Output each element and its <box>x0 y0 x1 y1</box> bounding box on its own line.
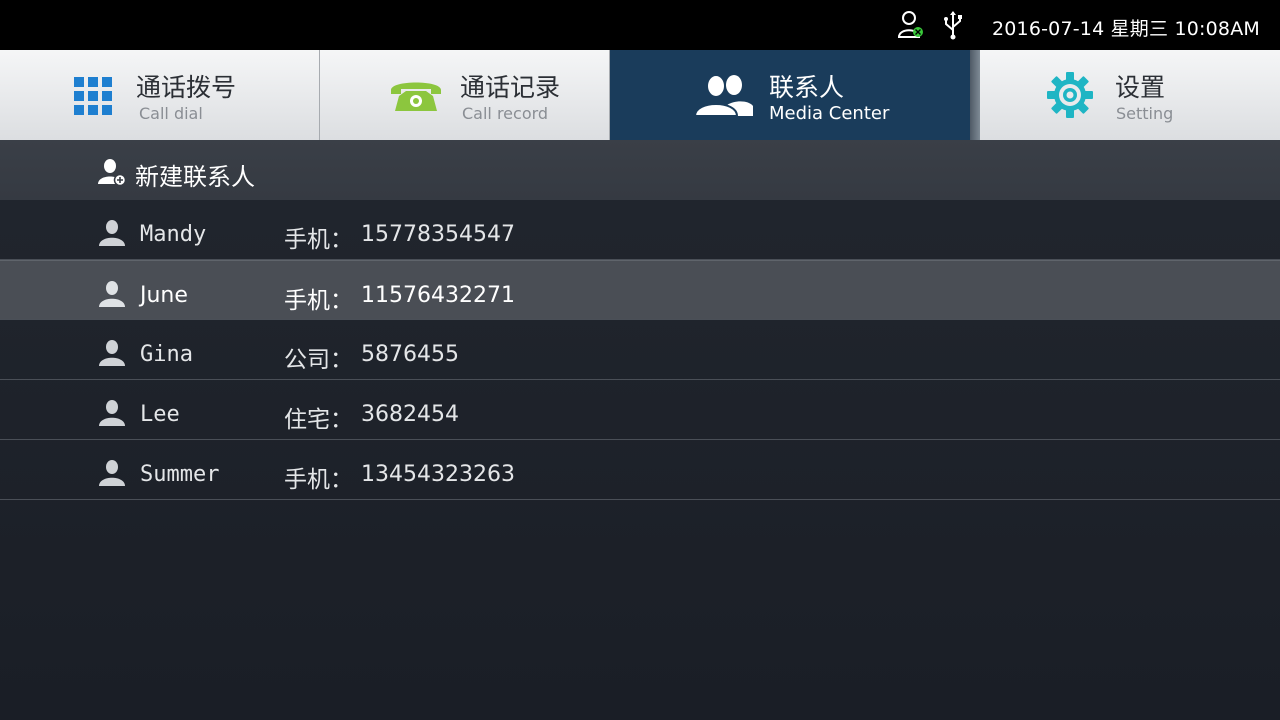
contact-phone-type: 住宅： <box>284 407 353 433</box>
contact-row[interactable]: Summer 手机： 13454323263 <box>0 440 1280 500</box>
tab-subtitle: Call dial <box>139 104 203 123</box>
contact-row[interactable]: Gina 公司： 5876455 <box>0 320 1280 380</box>
status-bar: 2016-07-14 星期三 10:08AM <box>0 0 1280 50</box>
contact-row[interactable]: June 手机： 11576432271 <box>0 260 1280 320</box>
tab-subtitle: Media Center <box>769 103 890 124</box>
tab-subtitle: Call record <box>462 104 549 123</box>
contact-phone-number: 15778354547 <box>361 222 515 247</box>
tab-contacts[interactable]: 联系人 Media Center <box>610 50 970 140</box>
person-icon <box>99 340 125 366</box>
tab-divider <box>970 50 980 140</box>
tab-setting[interactable]: 设置 Setting <box>980 50 1280 140</box>
status-datetime: 2016-07-14 星期三 10:08AM <box>991 18 1260 40</box>
contacts-icon <box>694 74 753 116</box>
contact-phone-type: 手机： <box>284 467 353 493</box>
contact-name: Lee <box>140 402 180 427</box>
contact-phone-number: 11576432271 <box>361 283 515 308</box>
contact-name: Mandy <box>140 222 207 247</box>
tab-call-record[interactable]: 通话记录 Call record <box>320 50 610 140</box>
tab-call-dial[interactable]: 通话拨号 Call dial <box>0 50 320 140</box>
tab-title: 通话拨号 <box>136 73 237 102</box>
tab-bar: 通话拨号 Call dial 通话记录 Call record 联系人 Medi… <box>0 50 1280 140</box>
tab-title: 联系人 <box>769 73 845 102</box>
gear-icon <box>1047 72 1093 118</box>
person-icon <box>99 220 125 246</box>
usb-icon <box>944 11 962 40</box>
contact-phone-number: 3682454 <box>361 402 459 427</box>
new-contact-label: 新建联系人 <box>135 163 255 191</box>
person-icon <box>99 281 125 307</box>
contact-name: Gina <box>140 342 193 367</box>
contact-row[interactable]: Mandy 手机： 15778354547 <box>0 200 1280 260</box>
contact-phone-type: 公司： <box>284 347 353 373</box>
dialpad-icon <box>74 77 112 115</box>
contact-name: Summer <box>140 462 220 487</box>
contact-list: Mandy 手机： 15778354547 June 手机： 115764322… <box>0 200 1280 500</box>
person-icon <box>99 400 125 426</box>
user-status-icon <box>898 11 923 38</box>
contact-phone-number: 13454323263 <box>361 462 515 487</box>
tab-subtitle: Setting <box>1116 104 1174 123</box>
person-icon <box>99 460 125 486</box>
add-person-icon <box>98 159 126 186</box>
tab-title: 设置 <box>1115 73 1166 102</box>
contact-row[interactable]: Lee 住宅： 3682454 <box>0 380 1280 440</box>
contact-phone-type: 手机： <box>284 288 353 314</box>
new-contact-button[interactable]: 新建联系人 <box>0 140 1280 200</box>
tab-title: 通话记录 <box>460 73 561 102</box>
contact-name: June <box>140 283 188 308</box>
contact-phone-number: 5876455 <box>361 342 459 367</box>
telephone-icon <box>391 82 441 111</box>
contact-phone-type: 手机： <box>284 227 353 253</box>
